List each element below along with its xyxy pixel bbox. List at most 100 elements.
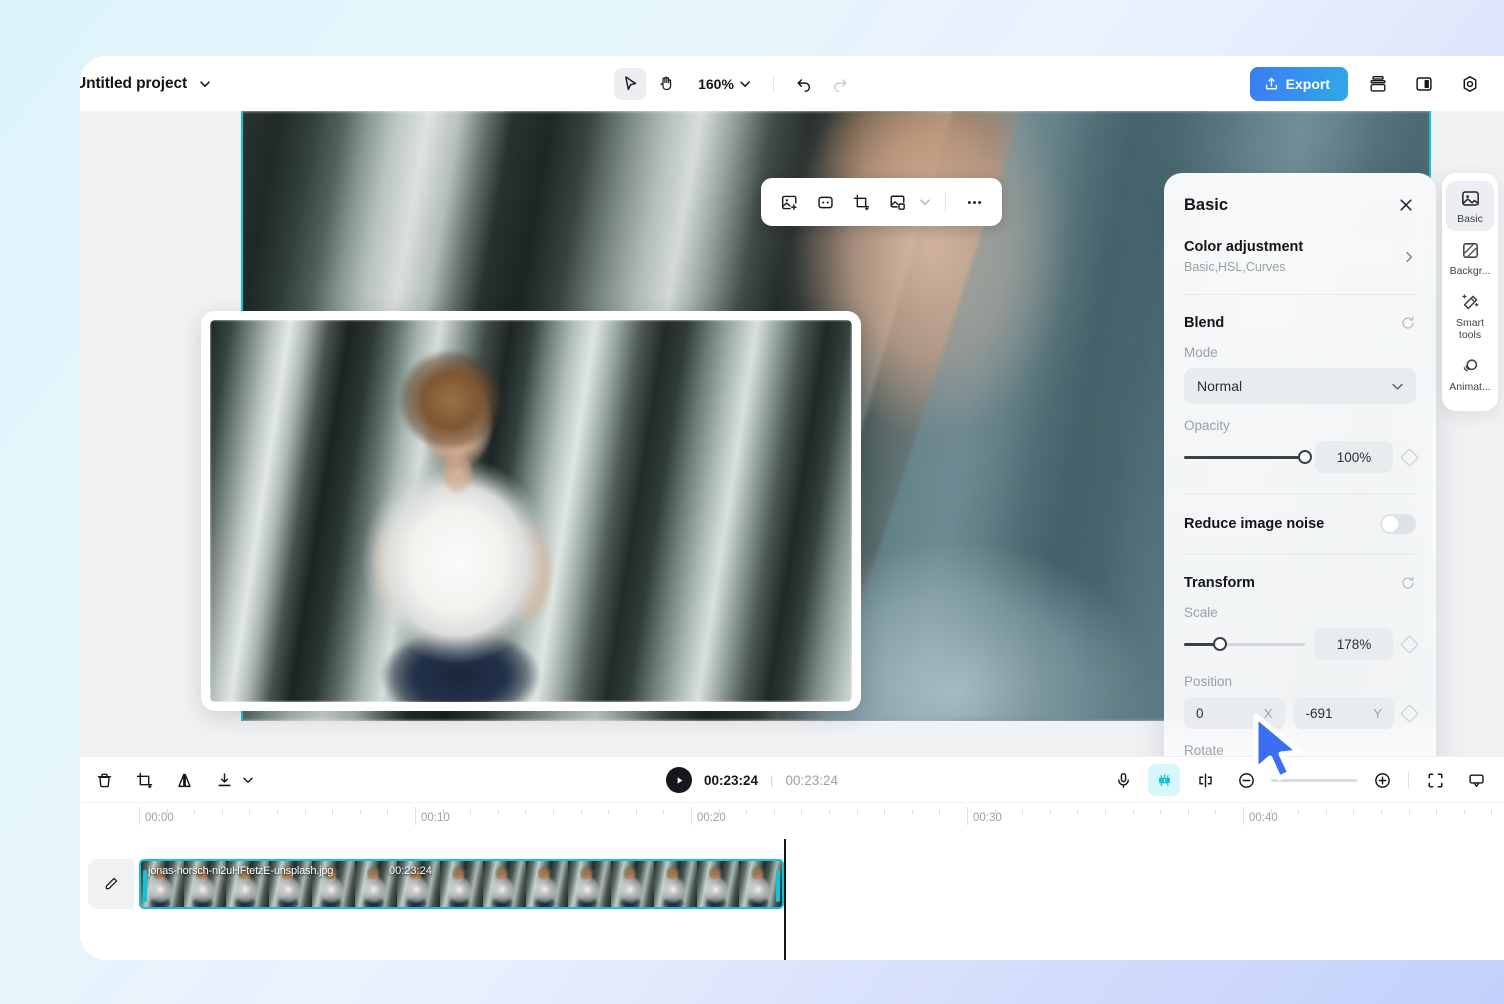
- ruler-tick: [1381, 809, 1382, 814]
- timeline-toolbar: 00:23:24 | 00:23:24: [80, 757, 1504, 803]
- ruler-tick: [580, 809, 582, 814]
- canvas-area[interactable]: Basic Color adjustment Basic,HSL,Curves …: [80, 111, 1504, 756]
- download-button[interactable]: [208, 764, 240, 796]
- chevron-down-icon: [740, 80, 750, 87]
- timeline-clip[interactable]: jonas-horsch-ni2uHFtetzE-unsplash.jpg 00…: [139, 859, 784, 909]
- blend-mode-select[interactable]: Normal: [1184, 368, 1416, 404]
- ruler-tick: [691, 807, 692, 825]
- color-adjustment-row[interactable]: Color adjustment Basic,HSL,Curves: [1184, 239, 1416, 274]
- add-image-button[interactable]: [773, 186, 805, 218]
- playhead[interactable]: [784, 839, 786, 960]
- undo-icon: [797, 78, 810, 92]
- opacity-slider[interactable]: [1184, 450, 1312, 464]
- hand-tool-button[interactable]: [650, 68, 682, 100]
- more-options-button[interactable]: [958, 186, 990, 218]
- scale-value-input[interactable]: 178%: [1315, 628, 1393, 660]
- layers-button[interactable]: [1362, 68, 1394, 100]
- scale-slider-knob[interactable]: [1213, 637, 1228, 651]
- chevron-down-icon[interactable]: [919, 196, 931, 208]
- chevron-down-icon[interactable]: [242, 774, 254, 786]
- ruler-tick: [194, 809, 196, 814]
- delete-button[interactable]: [88, 764, 120, 796]
- opacity-control: 100%: [1184, 441, 1419, 473]
- inset-photo-subject: [210, 320, 852, 702]
- magic-crop-button[interactable]: [845, 186, 877, 218]
- redo-button[interactable]: [824, 68, 856, 100]
- project-title-button[interactable]: Untitled project: [80, 56, 211, 111]
- timeline-track-area[interactable]: jonas-horsch-ni2uHFtetzE-unsplash.jpg 00…: [80, 839, 1504, 960]
- ruler-tick: [359, 809, 361, 814]
- split-button[interactable]: [1189, 764, 1221, 796]
- chevron-right-icon: [1406, 251, 1413, 262]
- tab-background[interactable]: Backgr...: [1446, 233, 1494, 283]
- zoom-out-button[interactable]: [1230, 764, 1262, 796]
- captions-button[interactable]: [1460, 764, 1492, 796]
- opacity-value-input[interactable]: 100%: [1315, 441, 1393, 473]
- crop-button[interactable]: [128, 764, 160, 796]
- clip-duration: 00:23:24: [389, 865, 432, 877]
- panel-header: Basic: [1184, 195, 1416, 215]
- tab-basic[interactable]: Basic: [1446, 181, 1494, 231]
- replace-media-button[interactable]: [881, 186, 913, 218]
- clip-handle-right[interactable]: [776, 870, 780, 902]
- speed-button[interactable]: [809, 186, 841, 218]
- timeline: 00:23:24 | 00:23:24 00:00 00:10 00:20 00…: [80, 756, 1504, 960]
- tab-basic-label: Basic: [1457, 213, 1483, 225]
- timeline-ruler[interactable]: 00:00 00:10 00:20 00:30 00:40: [80, 803, 1504, 839]
- fit-screen-button[interactable]: [1419, 764, 1451, 796]
- current-time: 00:23:24: [704, 772, 759, 788]
- reset-icon[interactable]: [1400, 575, 1416, 591]
- chevron-down-icon: [1392, 383, 1403, 390]
- select-tool-button[interactable]: [614, 67, 647, 100]
- ruler-tick: [415, 807, 416, 825]
- undo-button[interactable]: [788, 68, 820, 100]
- position-keyframe-button[interactable]: [1400, 703, 1419, 723]
- split-view-button[interactable]: [1408, 68, 1440, 100]
- scale-keyframe-button[interactable]: [1400, 634, 1419, 654]
- position-control: 0 X -691 Y: [1184, 697, 1419, 729]
- ruler-tick: [1077, 809, 1079, 814]
- opacity-keyframe-button[interactable]: [1400, 447, 1419, 467]
- close-icon[interactable]: [1396, 195, 1416, 215]
- position-x-input[interactable]: 0 X: [1184, 697, 1285, 729]
- replace-media-icon: [890, 195, 905, 210]
- export-button-label: Export: [1285, 75, 1330, 92]
- zoom-out-icon: [1238, 772, 1254, 788]
- ruler-tick: [911, 809, 913, 814]
- play-button[interactable]: [666, 767, 692, 793]
- zoom-level-dropdown[interactable]: 160%: [686, 69, 759, 99]
- blend-header: Blend: [1184, 315, 1416, 331]
- timeline-zoom-slider[interactable]: [1271, 778, 1357, 782]
- scale-control: 178%: [1184, 628, 1419, 660]
- ai-magic-button[interactable]: [1148, 764, 1180, 796]
- ruler-tick: [304, 809, 306, 814]
- ruler-tick: [1436, 809, 1438, 814]
- ruler-tick: [1408, 809, 1410, 814]
- tab-smart-tools[interactable]: Smart tools: [1446, 285, 1494, 347]
- microphone-button[interactable]: [1107, 764, 1139, 796]
- zoom-in-button[interactable]: [1366, 764, 1398, 796]
- position-y-input[interactable]: -691 Y: [1293, 697, 1394, 729]
- blend-mode-value: Normal: [1197, 378, 1243, 394]
- clip-handle-left[interactable]: [143, 870, 147, 902]
- timeline-left-tools: [88, 757, 254, 803]
- reset-icon[interactable]: [1400, 315, 1416, 331]
- scale-slider[interactable]: [1184, 637, 1305, 651]
- ruler-label: 00:30: [973, 812, 1002, 824]
- ruler-tick: [967, 807, 968, 825]
- ruler-tick: [773, 809, 775, 814]
- settings-button[interactable]: [1454, 68, 1486, 100]
- zoom-in-icon: [1374, 772, 1390, 788]
- mirror-button[interactable]: [168, 764, 200, 796]
- inset-image-card[interactable]: [201, 311, 861, 711]
- color-adjustment-subtitle: Basic,HSL,Curves: [1184, 260, 1286, 274]
- reduce-noise-toggle[interactable]: [1380, 514, 1416, 534]
- magic-wand-icon: [1461, 294, 1478, 310]
- tab-animation[interactable]: Animat...: [1446, 349, 1494, 399]
- clip-thumbnail: [525, 861, 569, 907]
- export-button[interactable]: Export: [1249, 66, 1348, 101]
- track-header-button[interactable]: [88, 859, 134, 909]
- ruler-tick: [332, 809, 334, 814]
- opacity-slider-knob[interactable]: [1298, 450, 1312, 464]
- ruler-tick: [1215, 809, 1217, 814]
